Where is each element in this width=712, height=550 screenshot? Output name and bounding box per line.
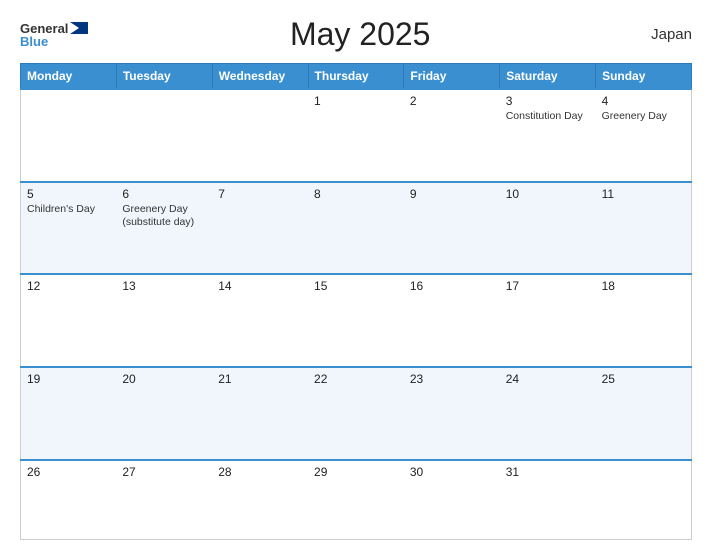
page: General Blue May 2025 Japan Monday Tuesd… bbox=[0, 0, 712, 550]
day-number: 30 bbox=[410, 465, 494, 479]
day-number: 1 bbox=[314, 94, 398, 108]
country-label: Japan bbox=[632, 26, 692, 43]
day-number: 5 bbox=[27, 187, 110, 201]
col-wednesday: Wednesday bbox=[212, 64, 308, 90]
col-sunday: Sunday bbox=[596, 64, 692, 90]
day-number: 25 bbox=[602, 372, 685, 386]
col-tuesday: Tuesday bbox=[116, 64, 212, 90]
table-row: 30 bbox=[404, 460, 500, 540]
table-row: 26 bbox=[21, 460, 117, 540]
calendar-header-row: Monday Tuesday Wednesday Thursday Friday… bbox=[21, 64, 692, 90]
table-row bbox=[21, 89, 117, 182]
table-row: 23 bbox=[404, 367, 500, 460]
table-row: 29 bbox=[308, 460, 404, 540]
table-row: 3 Constitution Day bbox=[500, 89, 596, 182]
day-number: 4 bbox=[602, 94, 685, 108]
day-number: 9 bbox=[410, 187, 494, 201]
day-number: 26 bbox=[27, 465, 110, 479]
day-number: 14 bbox=[218, 279, 302, 293]
calendar-title: May 2025 bbox=[88, 16, 632, 53]
day-number: 2 bbox=[410, 94, 494, 108]
table-row bbox=[212, 89, 308, 182]
day-number: 12 bbox=[27, 279, 110, 293]
day-event: Greenery Day bbox=[602, 110, 685, 124]
header: General Blue May 2025 Japan bbox=[20, 16, 692, 53]
logo-general-text: General bbox=[20, 22, 68, 35]
day-number: 8 bbox=[314, 187, 398, 201]
table-row: 8 bbox=[308, 182, 404, 275]
day-number: 3 bbox=[506, 94, 590, 108]
calendar-week-row: 123 Constitution Day 4 Greenery Day bbox=[21, 89, 692, 182]
calendar-table: Monday Tuesday Wednesday Thursday Friday… bbox=[20, 63, 692, 540]
table-row: 20 bbox=[116, 367, 212, 460]
day-event: Greenery Day (substitute day) bbox=[122, 203, 206, 230]
table-row: 19 bbox=[21, 367, 117, 460]
calendar-week-row: 19 20 21 22 23 24 25 bbox=[21, 367, 692, 460]
table-row: 10 bbox=[500, 182, 596, 275]
col-saturday: Saturday bbox=[500, 64, 596, 90]
calendar-week-row: 5 Children's Day 6 Greenery Day (substitute… bbox=[21, 182, 692, 275]
day-number: 16 bbox=[410, 279, 494, 293]
table-row: 28 bbox=[212, 460, 308, 540]
col-thursday: Thursday bbox=[308, 64, 404, 90]
table-row: 16 bbox=[404, 274, 500, 367]
table-row: 25 bbox=[596, 367, 692, 460]
day-event: Children's Day bbox=[27, 203, 110, 217]
day-number: 23 bbox=[410, 372, 494, 386]
day-number: 27 bbox=[122, 465, 206, 479]
day-number: 18 bbox=[602, 279, 685, 293]
col-monday: Monday bbox=[21, 64, 117, 90]
day-number: 28 bbox=[218, 465, 302, 479]
table-row: 22 bbox=[308, 367, 404, 460]
day-number: 11 bbox=[602, 187, 685, 201]
table-row: 12 bbox=[21, 274, 117, 367]
day-number: 19 bbox=[27, 372, 110, 386]
table-row: 31 bbox=[500, 460, 596, 540]
table-row: 7 bbox=[212, 182, 308, 275]
day-number: 21 bbox=[218, 372, 302, 386]
calendar-week-row: 12 13 14 15 16 17 18 bbox=[21, 274, 692, 367]
day-number: 10 bbox=[506, 187, 590, 201]
table-row: 9 bbox=[404, 182, 500, 275]
day-number: 31 bbox=[506, 465, 590, 479]
day-event: Constitution Day bbox=[506, 110, 590, 124]
table-row: 24 bbox=[500, 367, 596, 460]
day-number: 13 bbox=[122, 279, 206, 293]
table-row bbox=[596, 460, 692, 540]
table-row: 14 bbox=[212, 274, 308, 367]
table-row: 13 bbox=[116, 274, 212, 367]
col-friday: Friday bbox=[404, 64, 500, 90]
table-row: 5 Children's Day bbox=[21, 182, 117, 275]
logo-flag-icon bbox=[70, 22, 88, 34]
day-number: 29 bbox=[314, 465, 398, 479]
calendar-week-row: 26 27 28 29 30 31 bbox=[21, 460, 692, 540]
table-row: 18 bbox=[596, 274, 692, 367]
table-row: 11 bbox=[596, 182, 692, 275]
table-row bbox=[116, 89, 212, 182]
table-row: 4 Greenery Day bbox=[596, 89, 692, 182]
day-number: 17 bbox=[506, 279, 590, 293]
table-row: 21 bbox=[212, 367, 308, 460]
table-row: 2 bbox=[404, 89, 500, 182]
table-row: 17 bbox=[500, 274, 596, 367]
table-row: 1 bbox=[308, 89, 404, 182]
day-number: 15 bbox=[314, 279, 398, 293]
table-row: 15 bbox=[308, 274, 404, 367]
table-row: 6 Greenery Day (substitute day) bbox=[116, 182, 212, 275]
table-row: 27 bbox=[116, 460, 212, 540]
logo: General Blue bbox=[20, 22, 88, 48]
day-number: 24 bbox=[506, 372, 590, 386]
day-number: 7 bbox=[218, 187, 302, 201]
logo-blue-text: Blue bbox=[20, 35, 48, 48]
day-number: 6 bbox=[122, 187, 206, 201]
day-number: 20 bbox=[122, 372, 206, 386]
day-number: 22 bbox=[314, 372, 398, 386]
